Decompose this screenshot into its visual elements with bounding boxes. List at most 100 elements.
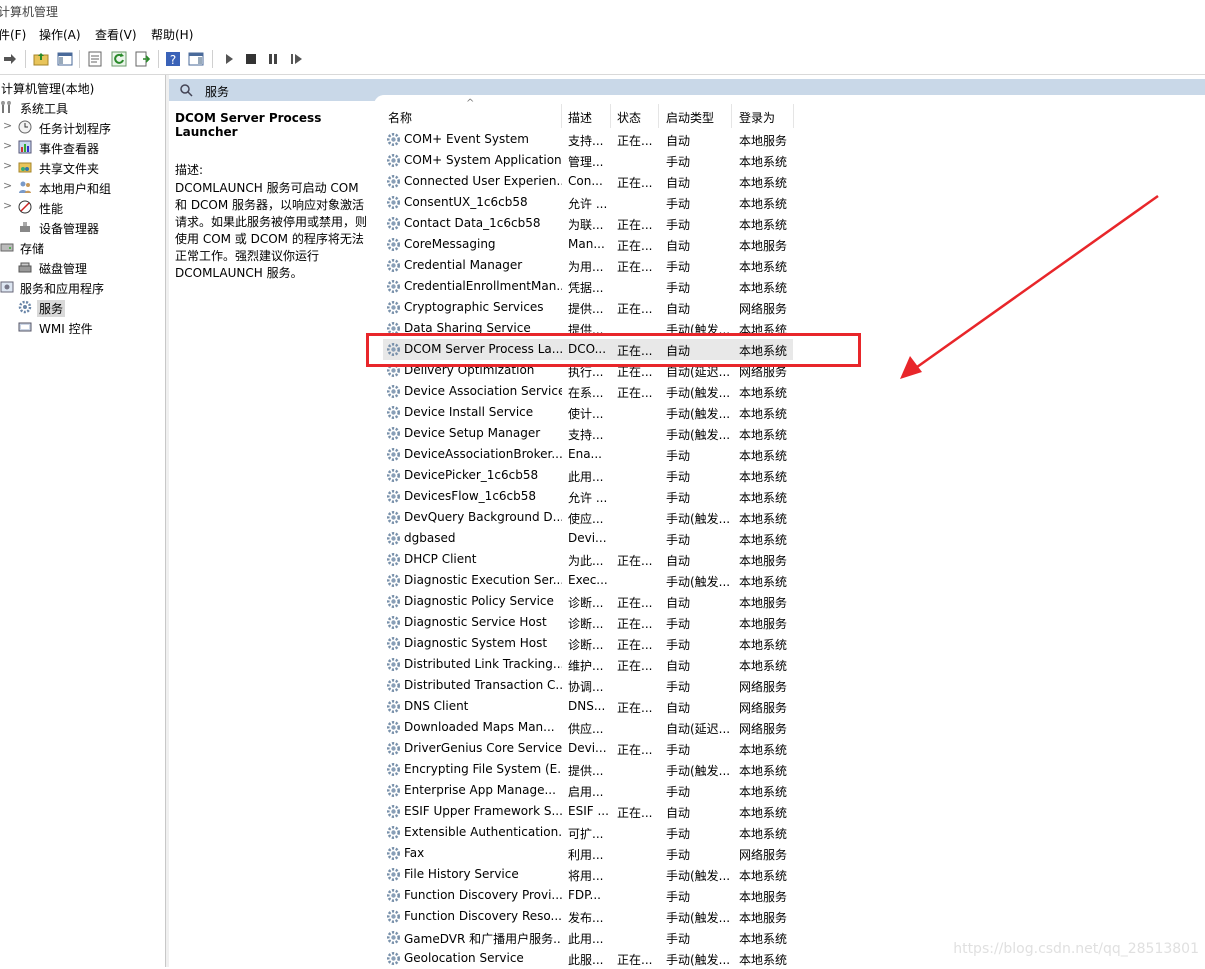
show-hide-tree-icon[interactable] [57,51,73,67]
service-startup-type: 手动(触发... [666,953,731,967]
service-logon-as: 本地系统 [739,197,788,211]
service-row[interactable]: DHCP Client 为此... 正在... 自动 本地服务 [383,549,793,570]
service-row[interactable]: dgbased Devi... 手动 本地系统 [383,528,793,549]
service-name: DevQuery Background D... [404,510,562,524]
column-separator[interactable] [793,104,794,128]
service-startup-type: 自动 [666,701,691,715]
refresh-icon[interactable] [111,51,127,67]
column-header-startup-type[interactable]: 启动类型 [666,109,714,131]
gear-icon [386,132,401,147]
service-row[interactable]: Device Association Service 在系... 正在... 手动(触… [383,381,793,402]
service-row[interactable]: Function Discovery Reso... 发布... 手动(触发... 本… [383,906,793,927]
chevron-right-icon[interactable]: > [3,179,12,192]
service-row[interactable]: Downloaded Maps Man... 供应... 自动(延迟... 网络服务 [383,717,793,738]
column-header-status[interactable]: 状态 [617,109,641,131]
service-startup-type: 自动 [666,176,691,190]
gear-icon [386,951,401,966]
service-row[interactable]: DNS Client DNS... 正在... 自动 网络服务 [383,696,793,717]
service-name: Geolocation Service [404,951,524,965]
service-description: 支持... [568,428,604,442]
action-pane-icon[interactable] [188,51,204,67]
service-logon-as: 网络服务 [739,680,788,694]
service-row[interactable]: Extensible Authentication... 可扩... 手动 本地系统 [383,822,793,843]
service-row[interactable]: DeviceAssociationBroker... Ena... 手动 本地系统 [383,444,793,465]
column-separator[interactable] [561,104,562,128]
chevron-right-icon[interactable]: > [3,139,12,152]
start-service-icon[interactable] [221,51,237,67]
service-row[interactable]: Device Setup Manager 支持... 手动(触发... 本地系统 [383,423,793,444]
service-row[interactable]: Function Discovery Provi... FDP... 手动 本地服务 [383,885,793,906]
menu-file[interactable]: 件(F) [0,26,26,43]
service-row[interactable]: Credential Manager 为用... 正在... 手动 本地系统 [383,255,793,276]
chevron-right-icon[interactable]: > [3,199,12,212]
gear-icon [386,867,401,882]
menu-help[interactable]: 帮助(H) [151,26,193,43]
service-startup-type: 手动 [666,932,691,946]
column-header-name[interactable]: 名称 [388,109,412,131]
service-startup-type: 手动 [666,743,691,757]
service-description: 使计... [568,407,604,421]
service-row[interactable]: CoreMessaging Man... 正在... 自动 本地服务 [383,234,793,255]
service-description: 供应... [568,722,604,736]
gear-icon [386,531,401,546]
service-row[interactable]: DriverGenius Core Service Devi... 正在... 手动 本… [383,738,793,759]
export-list-icon[interactable] [135,51,151,67]
service-row[interactable]: Distributed Transaction C... 协调... 手动 网络服务 [383,675,793,696]
column-header-logon-as[interactable]: 登录为 [739,109,775,131]
service-row[interactable]: Device Install Service 使计... 手动(触发... 本地系统 [383,402,793,423]
service-logon-as: 网络服务 [739,722,788,736]
up-folder-icon[interactable] [33,51,49,67]
description-label: 描述: [175,163,204,177]
service-row[interactable]: File History Service 将用... 手动(触发... 本地系统 [383,864,793,885]
column-separator[interactable] [658,104,659,128]
service-row[interactable]: Diagnostic System Host 诊断... 正在... 手动 本地系统 [383,633,793,654]
service-row[interactable]: Contact Data_1c6cb58 为联... 正在... 手动 本地系统 [383,213,793,234]
service-row[interactable]: ConsentUX_1c6cb58 允许 ... 手动 本地系统 [383,192,793,213]
service-row[interactable]: Diagnostic Policy Service 诊断... 正在... 自动 本地服… [383,591,793,612]
service-row[interactable]: ESIF Upper Framework S... ESIF ... 正在... 自动… [383,801,793,822]
service-row[interactable]: Diagnostic Service Host 诊断... 正在... 手动 本地服务 [383,612,793,633]
service-row[interactable]: Encrypting File System (E... 提供... 手动(触发..… [383,759,793,780]
service-name: Extensible Authentication... [404,825,562,839]
menu-view[interactable]: 查看(V) [95,26,137,43]
column-header-description[interactable]: 描述 [568,109,592,131]
gear-icon [386,195,401,210]
service-row[interactable]: Fax 利用... 手动 网络服务 [383,843,793,864]
service-row[interactable]: DevicePicker_1c6cb58 此用... 手动 本地系统 [383,465,793,486]
service-startup-type: 自动 [666,554,691,568]
service-row[interactable]: Cryptographic Services 提供... 正在... 自动 网络服务 [383,297,793,318]
service-row[interactable]: DevQuery Background D... 使应... 手动(触发... 本地系… [383,507,793,528]
service-row[interactable]: Distributed Link Tracking... 维护... 正在... 自动… [383,654,793,675]
service-row[interactable]: Geolocation Service 此服... 正在... 手动(触发... 本地系… [383,948,793,969]
service-row[interactable]: Connected User Experien... Con... 正在... 自动 本… [383,171,793,192]
gear-icon [386,678,401,693]
restart-service-icon[interactable] [288,51,304,67]
service-description: 此用... [568,932,604,946]
toolbar: ? [0,44,1205,75]
service-logon-as: 本地系统 [739,659,788,673]
properties-icon[interactable] [87,51,103,67]
help-icon[interactable]: ? [165,51,181,67]
service-row[interactable]: GameDVR 和广播用户服务... 此用... 手动 本地系统 [383,927,793,948]
gear-icon [386,552,401,567]
stop-service-icon[interactable] [243,51,259,67]
gear-icon [386,216,401,231]
chevron-right-icon[interactable]: > [3,119,12,132]
service-description: 提供... [568,302,604,316]
pause-service-icon[interactable] [265,51,281,67]
service-row[interactable]: COM+ Event System 支持... 正在... 自动 本地服务 [383,129,793,150]
service-logon-as: 本地系统 [739,386,788,400]
chevron-right-icon[interactable]: > [3,159,12,172]
tools-icon [1,101,11,113]
service-row[interactable]: Enterprise App Manage... 启用... 手动 本地系统 [383,780,793,801]
service-row[interactable]: COM+ System Application 管理... 手动 本地系统 [383,150,793,171]
service-row[interactable]: DevicesFlow_1c6cb58 允许 ... 手动 本地系统 [383,486,793,507]
column-separator[interactable] [610,104,611,128]
service-row[interactable]: CredentialEnrollmentMan... 凭据... 手动 本地系统 [383,276,793,297]
service-name: Enterprise App Manage... [404,783,556,797]
forward-icon[interactable] [2,51,18,67]
menu-action[interactable]: 操作(A) [39,26,81,43]
column-separator[interactable] [731,104,732,128]
service-row[interactable]: Diagnostic Execution Ser... Exec... 手动(触发.… [383,570,793,591]
users-icon [19,181,31,193]
